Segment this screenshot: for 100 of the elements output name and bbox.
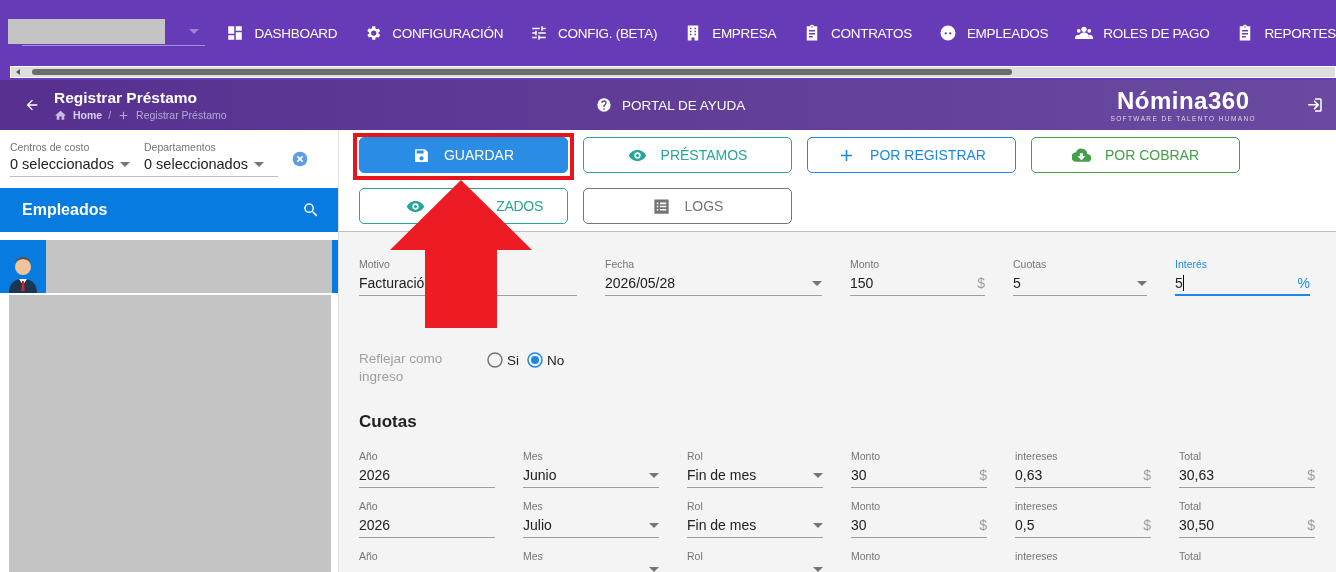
input-field[interactable]: intereses [1015,550,1151,572]
filter-dropdown[interactable]: Departamentos 0 seleccionados [144,141,278,172]
field-label: Año [359,550,379,562]
field-label: Monto [851,550,882,562]
input-field[interactable]: intereses 0,63 $ [1015,450,1151,488]
unit-label: $ [1143,467,1151,483]
caret-icon[interactable] [813,567,823,572]
dropdown-field[interactable]: Fecha 2026/05/28 [605,258,822,296]
radio-button[interactable] [487,352,503,368]
field-label: Rol [687,500,704,512]
home-icon [54,108,67,122]
unit-label: $ [1307,517,1315,533]
dashboard-icon [226,24,245,42]
unit-label: % [1297,275,1310,291]
field-label: Rol [687,550,704,562]
input-field[interactable]: Monto 150 $ [850,258,985,296]
dropdown-field[interactable]: Cuotas 5 [1013,258,1147,296]
input-field[interactable]: Año 2026 [359,500,495,538]
caret-icon[interactable] [649,522,659,528]
field-label: Total [1179,450,1203,462]
filter-value: 0 seleccionados [10,156,114,172]
nav-link[interactable]: CONTRATOS [803,24,912,42]
radio-button[interactable] [527,352,543,368]
filter-value: 0 seleccionados [144,156,248,172]
input-field[interactable]: intereses 0,5 $ [1015,500,1151,538]
caret-icon[interactable] [813,522,823,528]
input-field[interactable]: Monto 30 $ [851,450,987,488]
caret-icon[interactable] [189,29,199,34]
caret-icon[interactable] [649,472,659,478]
back-arrow-icon[interactable] [24,97,40,113]
input-field[interactable]: Monto [851,550,987,572]
dropdown-field[interactable]: Mes [523,550,659,572]
action-button[interactable]: POR REGISTRAR [807,137,1016,173]
unit-label: $ [1307,467,1315,483]
section-title: Cuotas [359,412,418,432]
input-field[interactable]: Total [1179,550,1315,572]
field-label: Año [359,500,379,512]
sliders-icon [530,24,549,42]
filter-label: Centros de costo [10,141,91,153]
field-label: Mes [523,550,544,562]
breadcrumb-current: Registrar Préstamo [136,109,227,121]
input-field[interactable]: Total 30,63 $ [1179,450,1315,488]
breadcrumb-link[interactable]: Home [73,109,103,121]
dropdown-field[interactable]: Mes Junio [523,450,659,488]
logo: Nómina360 [1116,88,1250,113]
nav-link[interactable]: EMPRESA [684,24,777,42]
dropdown-field[interactable]: Rol Fin de mes [687,450,823,488]
field-label: Monto [851,500,882,512]
field-label: Monto [850,258,881,270]
field-label: Interés [1175,258,1209,270]
input-field[interactable]: Total 30,50 $ [1179,500,1315,538]
nav-link[interactable]: CONFIGURACIÓN [364,24,504,42]
action-button[interactable]: GUARDAR [359,137,568,173]
field-label: Total [1179,550,1203,562]
clear-icon[interactable] [292,151,308,167]
nav-link[interactable]: REPORTES [1236,24,1336,42]
dropdown-field[interactable]: Mes Julio [523,500,659,538]
input-field[interactable]: Año [359,550,495,572]
field-label: intereses [1015,500,1059,512]
people-icon [1075,24,1094,42]
nav-link[interactable]: CONFIG. (BETA) [530,24,658,42]
help-link[interactable]: PORTAL DE AYUDA [596,97,746,113]
filter-dropdown[interactable]: Centros de costo 0 seleccionados [10,141,144,172]
page-title: Registrar Préstamo [54,88,198,107]
face-icon [938,24,957,42]
employee-row[interactable] [0,240,46,293]
caret-icon[interactable] [254,161,264,167]
unit-label: $ [977,275,985,291]
radio-option[interactable]: Si [487,352,519,368]
help-icon [596,97,612,113]
breadcrumb-separator: / [108,109,112,121]
unit-label: $ [979,467,987,483]
caret-icon[interactable] [649,567,659,572]
radio-option[interactable]: No [527,352,565,368]
field-label: Motivo [359,258,391,270]
caret-icon[interactable] [812,280,822,286]
caret-icon[interactable] [120,161,130,167]
nav-link[interactable]: ROLES DE PAGO [1075,24,1210,42]
nav-link[interactable]: DASHBOARD [226,24,338,42]
field-label: intereses [1015,550,1059,562]
field-label: Monto [851,450,882,462]
input-field[interactable]: Año 2026 [359,450,495,488]
radio-group-label: Reflejar como ingreso [359,350,444,386]
caret-icon[interactable] [813,472,823,478]
dropdown-field[interactable]: Rol Fin de mes [687,500,823,538]
input-field[interactable]: Interés 5 % [1175,258,1310,296]
field-label: Año [359,450,379,462]
unit-label: $ [979,517,987,533]
scrollbar[interactable] [10,66,1336,78]
list-icon [651,196,671,216]
unit-label: $ [1143,517,1151,533]
caret-icon[interactable] [1137,280,1147,286]
action-button[interactable]: LOGS [583,188,792,224]
field-label: Fecha [605,258,636,270]
dropdown-field[interactable]: Rol [687,550,823,572]
logout-icon[interactable] [1306,96,1324,114]
nav-link[interactable]: EMPLEADOS [938,24,1049,42]
input-field[interactable]: Monto 30 $ [851,500,987,538]
field-label: Mes [523,500,544,512]
save-icon [413,146,430,164]
